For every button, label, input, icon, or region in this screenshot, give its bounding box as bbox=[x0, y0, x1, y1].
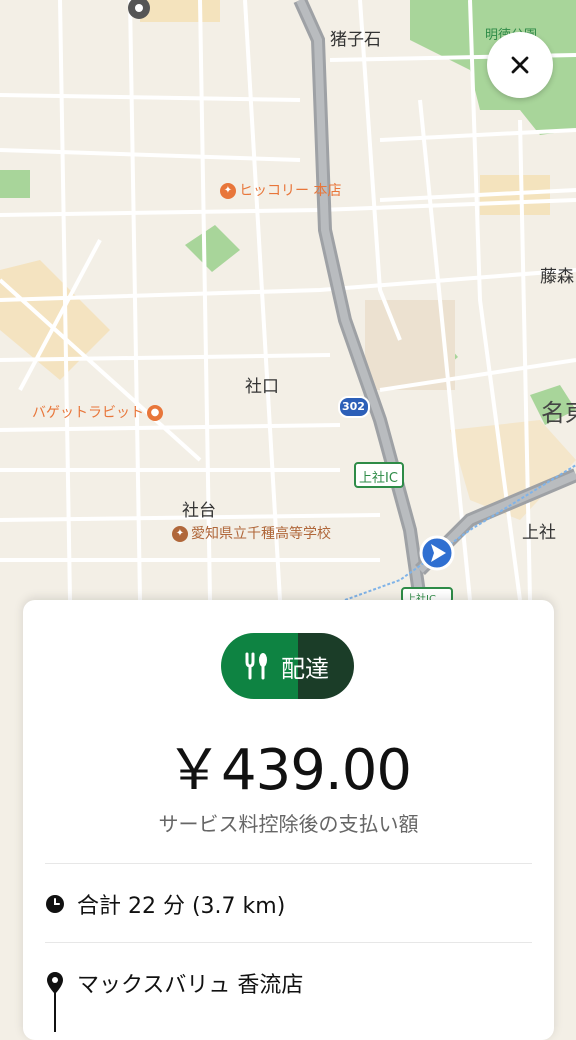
map-label-chikusa-high: ✦ 愛知県立千種高等学校 bbox=[172, 523, 331, 543]
map-label-yashirodai: 社台 bbox=[182, 501, 216, 521]
close-icon bbox=[511, 56, 529, 74]
close-button[interactable] bbox=[487, 32, 553, 98]
map-label-shakuchi: 社口 bbox=[245, 377, 279, 397]
map-label-hickory: ✦ ヒッコリー 本店 bbox=[220, 180, 341, 200]
divider bbox=[45, 942, 532, 943]
clock-icon bbox=[46, 895, 64, 913]
trip-summary-text: 合計 22 分 (3.7 km) bbox=[77, 894, 286, 919]
map-label-kamiyashiro: 上社 bbox=[522, 523, 556, 543]
divider bbox=[45, 863, 532, 864]
order-card: 配達 ￥439.00 サービス料控除後の支払い額 合計 22 分 (3.7 km… bbox=[23, 600, 554, 1040]
restaurant-icon: ✦ bbox=[220, 183, 236, 199]
school-icon: ✦ bbox=[172, 526, 188, 542]
payout-amount: ￥439.00 bbox=[166, 738, 412, 803]
pickup-row: マックスバリュ 香流店 bbox=[45, 967, 303, 999]
delivery-type-badge: 配達 bbox=[221, 633, 354, 699]
map-label-fujimori: 藤森 bbox=[540, 267, 574, 287]
map-label-meito: 名東 bbox=[541, 399, 576, 427]
delivery-type-label: 配達 bbox=[281, 655, 329, 683]
map-label-kamiyashiro-ic: 上社IC bbox=[359, 471, 398, 486]
payout-note: サービス料控除後の支払い額 bbox=[158, 812, 419, 836]
trip-summary-row: 合計 22 分 (3.7 km) bbox=[45, 888, 285, 920]
bakery-icon: ● bbox=[147, 405, 163, 421]
utensils-icon bbox=[245, 652, 267, 680]
map-label-route-302: 302 bbox=[342, 400, 365, 413]
pickup-name: マックスバリュ 香流店 bbox=[77, 973, 304, 998]
timeline-line bbox=[54, 992, 56, 1032]
park-small-1 bbox=[0, 170, 30, 198]
map-label-inokoishi: 猪子石 bbox=[330, 30, 381, 50]
map-label-baguette-rabbit: バゲットラビット ● bbox=[32, 402, 166, 422]
